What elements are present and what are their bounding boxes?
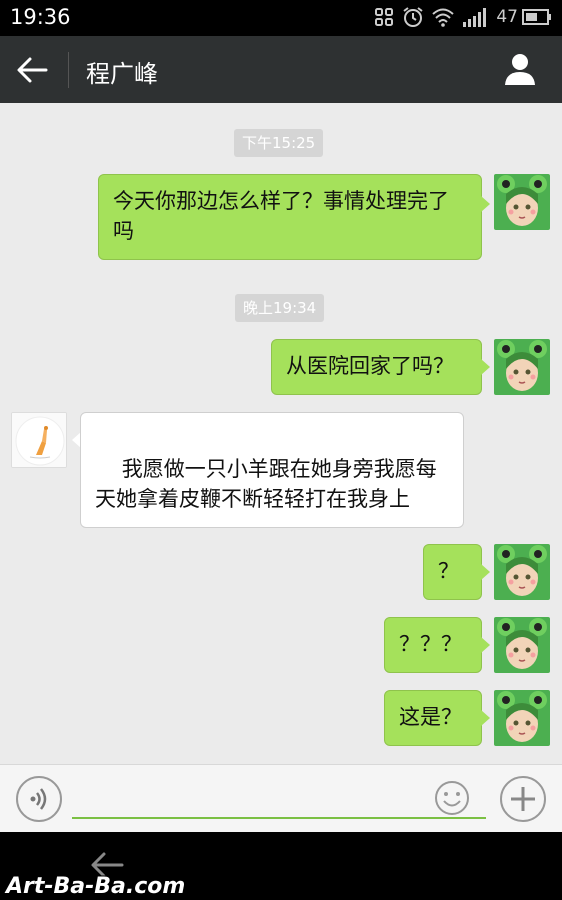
person-icon[interactable] (504, 52, 536, 86)
timestamp: 晚上19:34 (235, 294, 325, 322)
bubble-tail (481, 637, 490, 653)
message-text: ？？？ (399, 632, 462, 656)
chat-title: 程广峰 (86, 60, 158, 88)
message-bubble-outgoing[interactable]: ？ (423, 544, 482, 600)
message-bubble-incoming[interactable]: 我愿做一只小羊跟在她身旁我愿每天她拿着皮鞭不断轻轻打在我身上 (80, 412, 464, 528)
message-text: 从医院回家了吗？ (286, 354, 454, 378)
status-icons: 47 (374, 6, 552, 28)
battery-indicator: 47 (496, 7, 552, 27)
signal-icon (462, 7, 488, 27)
message-bubble-outgoing[interactable]: 今天你那边怎么样了？事情处理完了吗 (98, 174, 482, 260)
avatar-self[interactable] (494, 174, 550, 230)
alarm-clock-icon (402, 6, 424, 28)
message-text: 我愿做一只小羊跟在她身旁我愿每天她拿着皮鞭不断轻轻打在我身上 (95, 457, 437, 511)
battery-icon (522, 9, 551, 25)
chat-area[interactable]: 下午15:25 今天你那边怎么样了？事情处理完了吗 晚上19:34 从医院回家了… (0, 103, 562, 764)
message-bubble-outgoing[interactable]: ？？？ (384, 617, 482, 673)
avatar-self[interactable] (494, 617, 550, 673)
battery-level: 47 (496, 7, 518, 27)
avatar-self[interactable] (494, 339, 550, 395)
bubble-tail (481, 564, 490, 580)
message-bubble-outgoing[interactable]: 从医院回家了吗？ (271, 339, 482, 395)
app-grid-icon (374, 7, 394, 27)
title-bar: 程广峰 (0, 36, 562, 103)
bubble-tail (481, 196, 490, 212)
emoji-icon[interactable] (434, 780, 470, 816)
avatar-contact[interactable] (11, 412, 67, 468)
message-text: 今天你那边怎么样了？事情处理完了吗 (113, 189, 449, 243)
bubble-tail (481, 710, 490, 726)
status-bar: 19:36 47 (0, 0, 562, 36)
input-bar (0, 764, 562, 832)
message-bubble-outgoing[interactable]: 这是？ (384, 690, 482, 746)
wifi-icon (432, 7, 455, 27)
message-text: 这是？ (399, 705, 462, 729)
watermark: Art-Ba-Ba.com (6, 874, 186, 899)
title-divider (68, 52, 69, 88)
avatar-self[interactable] (494, 544, 550, 600)
timestamp: 下午15:25 (234, 129, 324, 157)
plus-icon[interactable] (500, 776, 546, 822)
message-input[interactable] (72, 779, 486, 819)
back-arrow-icon[interactable] (16, 56, 50, 84)
status-time: 19:36 (10, 5, 71, 29)
avatar-self[interactable] (494, 690, 550, 746)
bubble-tail (481, 359, 490, 375)
voice-icon[interactable] (16, 776, 62, 822)
message-text: ？ (438, 559, 459, 583)
